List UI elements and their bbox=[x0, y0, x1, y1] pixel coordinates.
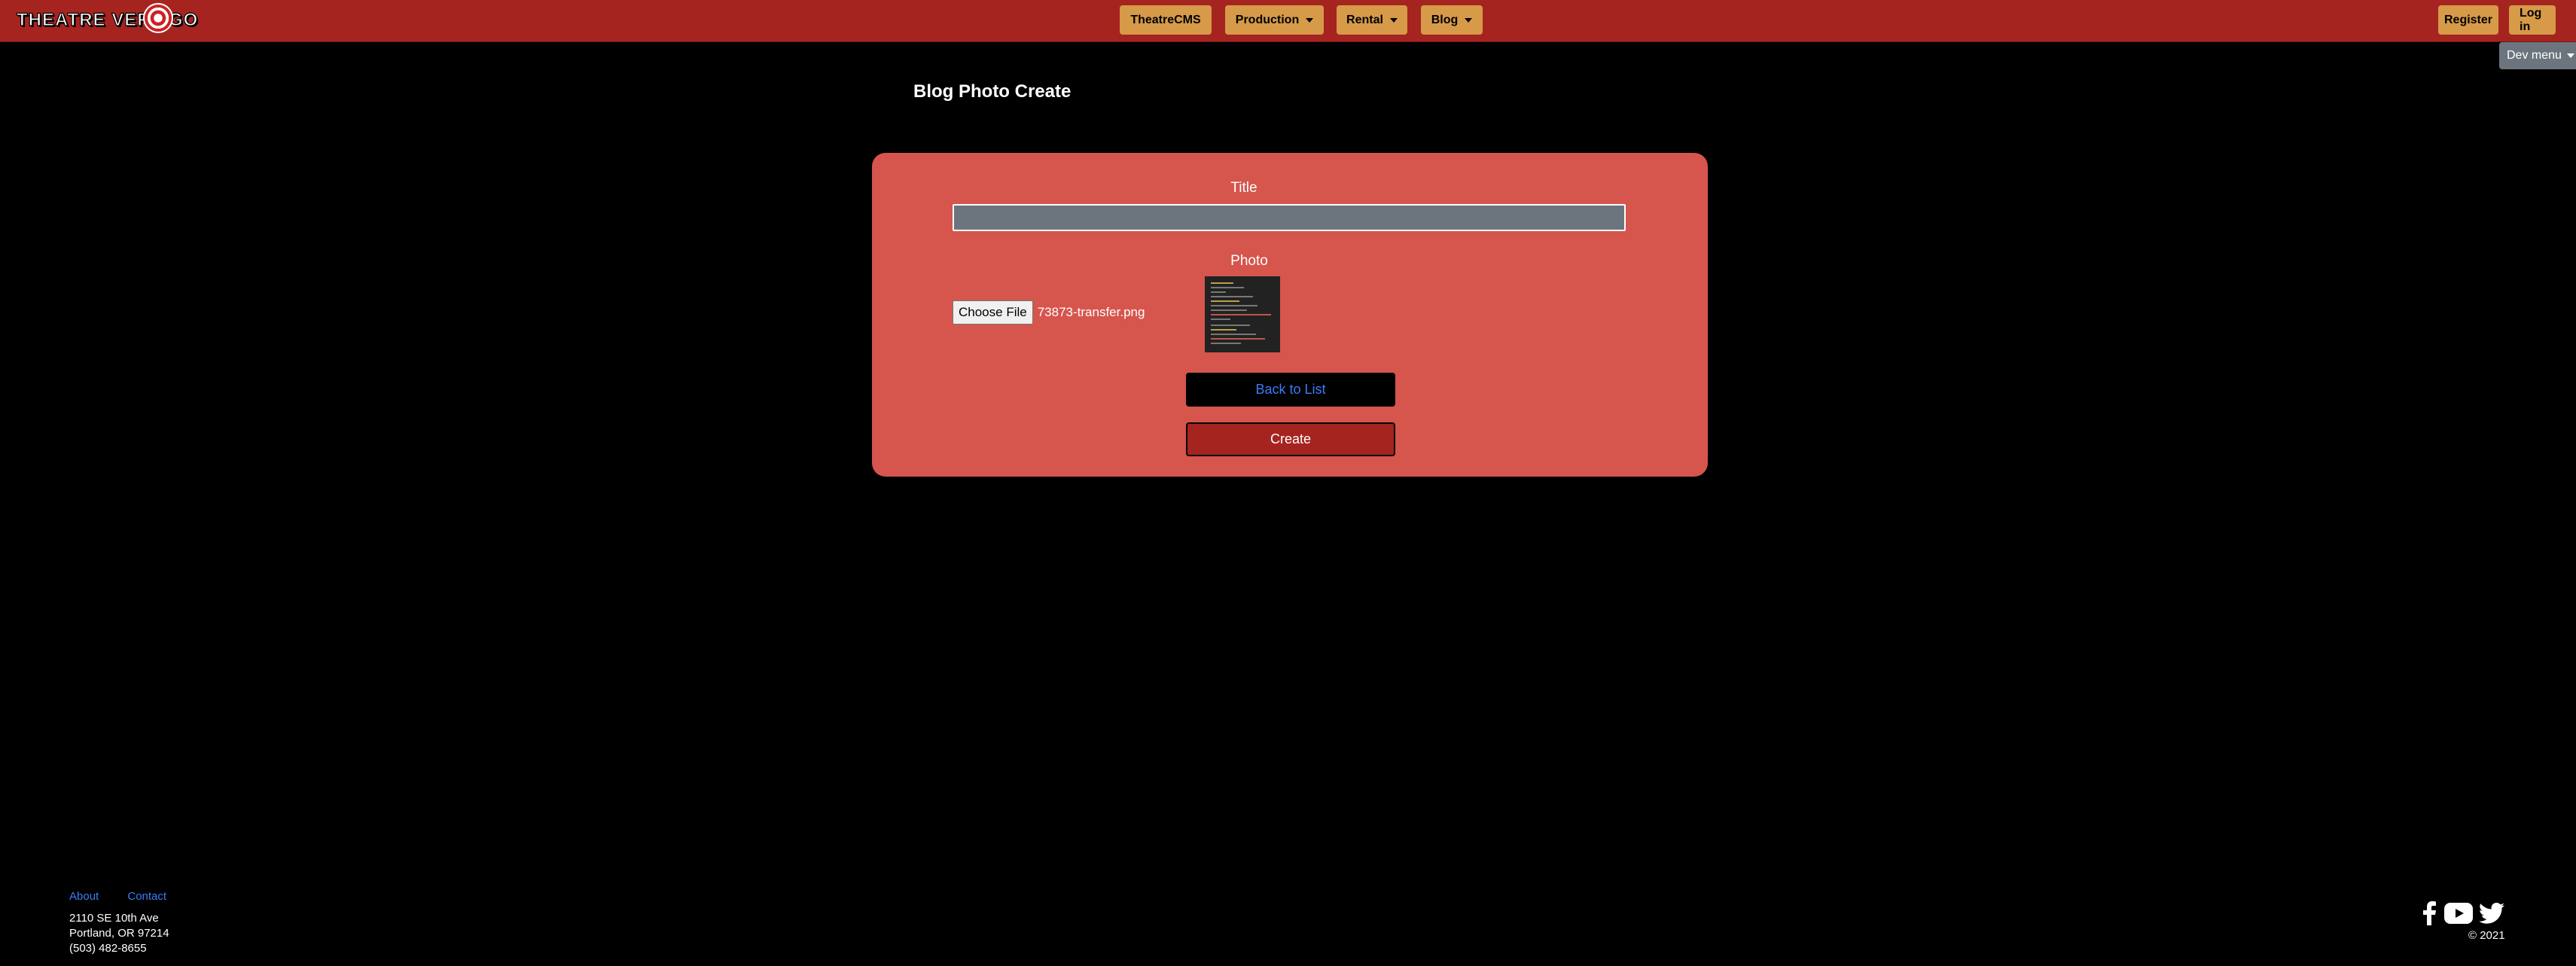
blog-photo-form: Title Photo Choose File 73873-transfer.p… bbox=[872, 153, 1708, 477]
title-input[interactable] bbox=[953, 204, 1626, 231]
nav-rental-label: Rental bbox=[1346, 13, 1383, 26]
create-button[interactable]: Create bbox=[1186, 422, 1395, 456]
nav-blog-dropdown[interactable]: Blog bbox=[1421, 5, 1483, 35]
back-to-list-button[interactable]: Back to List bbox=[1186, 373, 1395, 407]
register-button[interactable]: Register bbox=[2438, 5, 2498, 35]
address-line-2: Portland, OR 97214 bbox=[69, 927, 169, 940]
page-title: Blog Photo Create bbox=[913, 81, 1072, 102]
footer-about-link[interactable]: About bbox=[69, 890, 99, 903]
nav-production-label: Production bbox=[1235, 13, 1300, 26]
dev-menu-dropdown[interactable]: Dev menu bbox=[2499, 42, 2576, 69]
photo-label: Photo bbox=[1230, 253, 1268, 269]
nav-rental-dropdown[interactable]: Rental bbox=[1337, 5, 1407, 35]
nav-theatrecms-button[interactable]: TheatreCMS bbox=[1120, 5, 1212, 35]
login-label: Log in bbox=[2520, 6, 2542, 33]
login-button[interactable]: Log in bbox=[2509, 5, 2556, 35]
copyright-text: © 2021 bbox=[2468, 929, 2505, 942]
nav-blog-label: Blog bbox=[1431, 13, 1459, 26]
youtube-icon[interactable] bbox=[2444, 903, 2473, 924]
dev-menu-label: Dev menu bbox=[2507, 49, 2562, 62]
top-navbar: THEATRE VERTIGO TheatreCMS Production Re… bbox=[0, 0, 2576, 42]
photo-file-input[interactable]: Choose File 73873-transfer.png bbox=[953, 300, 1145, 325]
address-line-1: 2110 SE 10th Ave bbox=[69, 912, 159, 925]
vertigo-spiral-logo-icon[interactable] bbox=[143, 3, 173, 33]
title-label: Title bbox=[1230, 180, 1258, 196]
social-icons bbox=[2422, 900, 2504, 926]
chevron-down-icon bbox=[2566, 53, 2574, 58]
chevron-down-icon bbox=[1306, 17, 1314, 23]
nav-production-dropdown[interactable]: Production bbox=[1225, 5, 1324, 35]
footer-links: About Contact bbox=[69, 890, 192, 903]
register-label: Register bbox=[2443, 13, 2493, 26]
twitter-icon[interactable] bbox=[2479, 903, 2504, 924]
photo-preview-thumbnail bbox=[1205, 276, 1280, 352]
selected-file-name: 73873-transfer.png bbox=[1037, 305, 1145, 319]
phone-number: (503) 482-8655 bbox=[69, 942, 147, 955]
footer-contact-link[interactable]: Contact bbox=[127, 890, 166, 903]
chevron-down-icon bbox=[1465, 17, 1473, 23]
nav-theatrecms-label: TheatreCMS bbox=[1130, 13, 1201, 26]
facebook-icon[interactable] bbox=[2422, 901, 2437, 925]
footer-address: 2110 SE 10th Ave Portland, OR 97214 (503… bbox=[69, 911, 169, 956]
chevron-down-icon bbox=[1389, 17, 1398, 23]
choose-file-button[interactable]: Choose File bbox=[953, 300, 1033, 325]
